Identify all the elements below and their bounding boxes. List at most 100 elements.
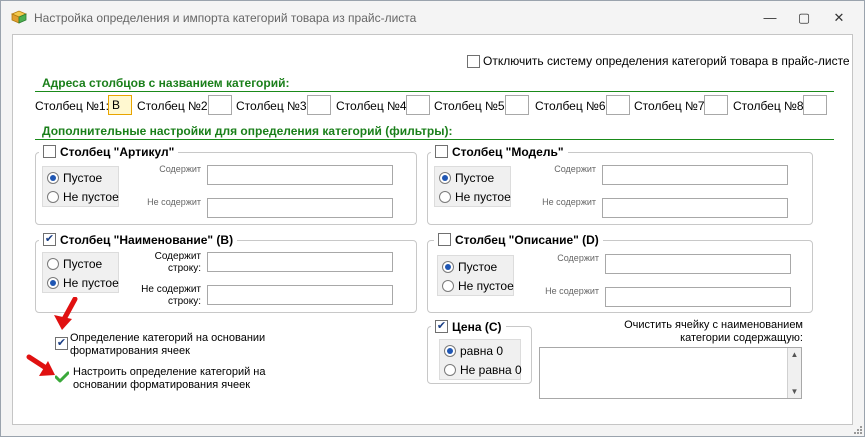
column-5-input[interactable] (505, 95, 529, 115)
column-8-input[interactable] (803, 95, 827, 115)
model-not-empty-option[interactable]: Не пустое (439, 189, 511, 205)
price-radio-group: равна 0 Не равна 0 (439, 339, 522, 380)
description-contains-input[interactable] (605, 254, 791, 274)
column-6-label: Столбец №6: (535, 99, 609, 113)
dialog-content: Отключить систему определения категорий … (12, 34, 853, 425)
name-filter-checkbox[interactable]: ✔ (43, 233, 56, 247)
format-detection-checkbox[interactable]: ✔ (55, 337, 68, 350)
article-radio-group: Пустое Не пустое (42, 166, 119, 207)
column-8-label: Столбец №8: (733, 99, 807, 113)
textarea-scrollbar[interactable]: ▲ ▼ (787, 348, 801, 398)
red-arrow-annotation (26, 354, 55, 376)
price-group-label: Цена (C) (452, 320, 502, 334)
name-contains-input[interactable] (207, 252, 393, 272)
radio-button[interactable] (47, 171, 59, 184)
name-filter-group: ✔ Столбец "Наименование" (B) Пустое Не пу… (35, 232, 417, 313)
model-filter-checkbox[interactable] (435, 145, 448, 159)
column-2-input[interactable] (208, 95, 232, 115)
title-bar: Настройка определения и импорта категори… (1, 1, 864, 34)
model-group-label: Столбец "Модель" (452, 145, 564, 159)
column-6-input[interactable] (606, 95, 630, 115)
window-title: Настройка определения и импорта категори… (34, 11, 417, 25)
article-contains-input[interactable] (207, 165, 393, 185)
clear-cell-textarea[interactable]: ▲ ▼ (539, 347, 802, 399)
model-group-title: Столбец "Модель" (431, 144, 568, 160)
article-filter-checkbox[interactable] (43, 145, 56, 159)
model-contains-input[interactable] (602, 165, 788, 185)
description-contains-label: Содержит (557, 253, 599, 263)
name-group-label: Столбец "Наименование" (B) (60, 233, 234, 247)
disable-system-label: Отключить систему определения категорий … (483, 54, 850, 68)
maximize-button[interactable]: ▢ (789, 9, 819, 27)
column-1-label: Столбец №1: (35, 99, 109, 113)
price-group-title: ✔ Цена (C) (431, 319, 506, 335)
column-3-label: Столбец №3: (236, 99, 310, 113)
scroll-up-icon[interactable]: ▲ (788, 348, 801, 361)
radio-button[interactable] (444, 363, 456, 376)
columns-section-header: Адреса столбцов с названием категорий: (42, 76, 290, 90)
article-empty-option[interactable]: Пустое (47, 170, 102, 186)
radio-button[interactable] (442, 279, 454, 292)
price-filter-group: ✔ Цена (C) равна 0 Не равна 0 (427, 319, 532, 384)
app-icon (11, 10, 27, 24)
name-not-empty-option[interactable]: Не пустое (47, 275, 119, 291)
radio-button[interactable] (47, 190, 59, 203)
configure-format-detection-link[interactable]: Настроить определение категорий на основ… (73, 366, 303, 392)
column-3-input[interactable] (307, 95, 331, 115)
description-not-empty-option[interactable]: Не пустое (442, 278, 514, 294)
radio-button[interactable] (47, 257, 59, 270)
model-filter-group: Столбец "Модель" Пустое Не пустое Содерж… (427, 144, 813, 225)
article-contains-label: Содержит (159, 164, 201, 174)
close-button[interactable]: ✕ (824, 9, 854, 27)
model-empty-option[interactable]: Пустое (439, 170, 494, 186)
radio-button[interactable] (444, 344, 456, 357)
article-not-empty-option[interactable]: Не пустое (47, 189, 119, 205)
scroll-down-icon[interactable]: ▼ (788, 385, 801, 398)
article-filter-group: Столбец "Артикул" Пустое Не пустое Содер… (35, 144, 417, 225)
article-not-contains-input[interactable] (207, 198, 393, 218)
description-group-label: Столбец "Описание" (D) (455, 233, 599, 247)
column-7-label: Столбец №7: (634, 99, 708, 113)
name-not-contains-label: Не содержит строку: (141, 284, 201, 307)
column-2-label: Столбец №2: (137, 99, 211, 113)
price-equal-zero-option[interactable]: равна 0 (444, 343, 503, 359)
clear-cell-label: Очистить ячейку с наименованием категори… (624, 319, 803, 344)
article-group-title: Столбец "Артикул" (39, 144, 179, 160)
description-filter-group: Столбец "Описание" (D) Пустое Не пустое … (427, 232, 813, 313)
description-empty-option[interactable]: Пустое (442, 259, 497, 275)
format-detection-label: Определение категорий на основании форма… (70, 332, 266, 357)
dialog-window: Настройка определения и импорта категори… (0, 0, 865, 437)
price-filter-checkbox[interactable]: ✔ (435, 320, 448, 334)
article-not-contains-label: Не содержит (147, 197, 201, 207)
section-divider (35, 139, 834, 140)
disable-system-checkbox[interactable] (467, 55, 480, 68)
name-radio-group: Пустое Не пустое (42, 252, 119, 293)
minimize-button[interactable]: — (755, 9, 785, 27)
section-divider (35, 91, 834, 92)
name-not-contains-input[interactable] (207, 285, 393, 305)
column-7-input[interactable] (704, 95, 728, 115)
radio-button[interactable] (439, 171, 451, 184)
description-group-title: Столбец "Описание" (D) (434, 232, 603, 248)
description-filter-checkbox[interactable] (438, 233, 451, 247)
column-4-input[interactable] (406, 95, 430, 115)
column-1-input[interactable]: B (108, 95, 132, 115)
radio-button[interactable] (47, 276, 59, 289)
filters-section-header: Дополнительные настройки для определения… (42, 124, 453, 138)
description-not-contains-label: Не содержит (545, 286, 599, 296)
description-not-contains-input[interactable] (605, 287, 791, 307)
model-not-contains-label: Не содержит (542, 197, 596, 207)
model-radio-group: Пустое Не пустое (434, 166, 511, 207)
article-group-label: Столбец "Артикул" (60, 145, 175, 159)
name-group-title: ✔ Столбец "Наименование" (B) (39, 232, 238, 248)
model-not-contains-input[interactable] (602, 198, 788, 218)
name-empty-option[interactable]: Пустое (47, 256, 102, 272)
description-radio-group: Пустое Не пустое (437, 255, 514, 296)
model-contains-label: Содержит (554, 164, 596, 174)
radio-button[interactable] (439, 190, 451, 203)
name-contains-label: Содержит строку: (154, 251, 201, 274)
price-not-equal-zero-option[interactable]: Не равна 0 (444, 362, 522, 378)
resize-grip-icon[interactable] (852, 424, 862, 434)
red-arrow-annotation (54, 297, 78, 330)
radio-button[interactable] (442, 260, 454, 273)
